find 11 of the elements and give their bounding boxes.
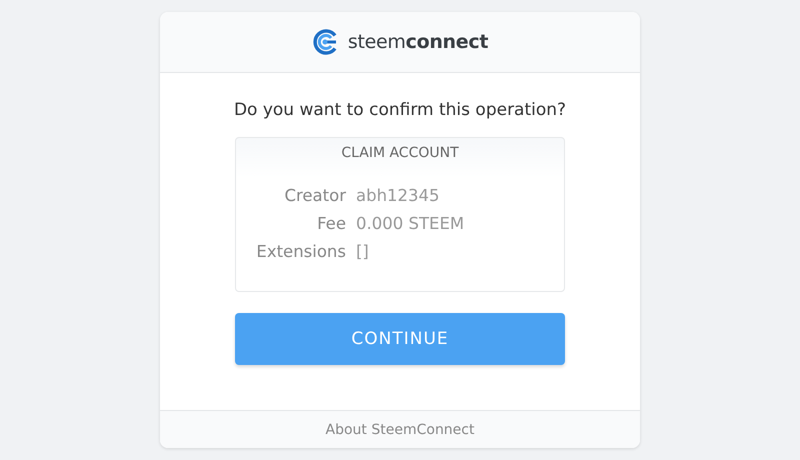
field-label: Extensions xyxy=(255,241,346,263)
continue-button[interactable]: CONTINUE xyxy=(235,313,565,365)
field-value: [] xyxy=(356,241,370,263)
field-value: 0.000 STEEM xyxy=(356,213,466,235)
brand-wordmark: steemconnect xyxy=(348,31,488,53)
operation-title: CLAIM ACCOUNT xyxy=(340,144,460,161)
field-value: abh12345 xyxy=(356,185,441,207)
confirm-question: Do you want to confirm this operation? xyxy=(234,100,566,120)
about-link[interactable]: About SteemConnect xyxy=(326,422,474,438)
field-label: Fee xyxy=(316,213,346,235)
field-label: Creator xyxy=(283,185,346,207)
